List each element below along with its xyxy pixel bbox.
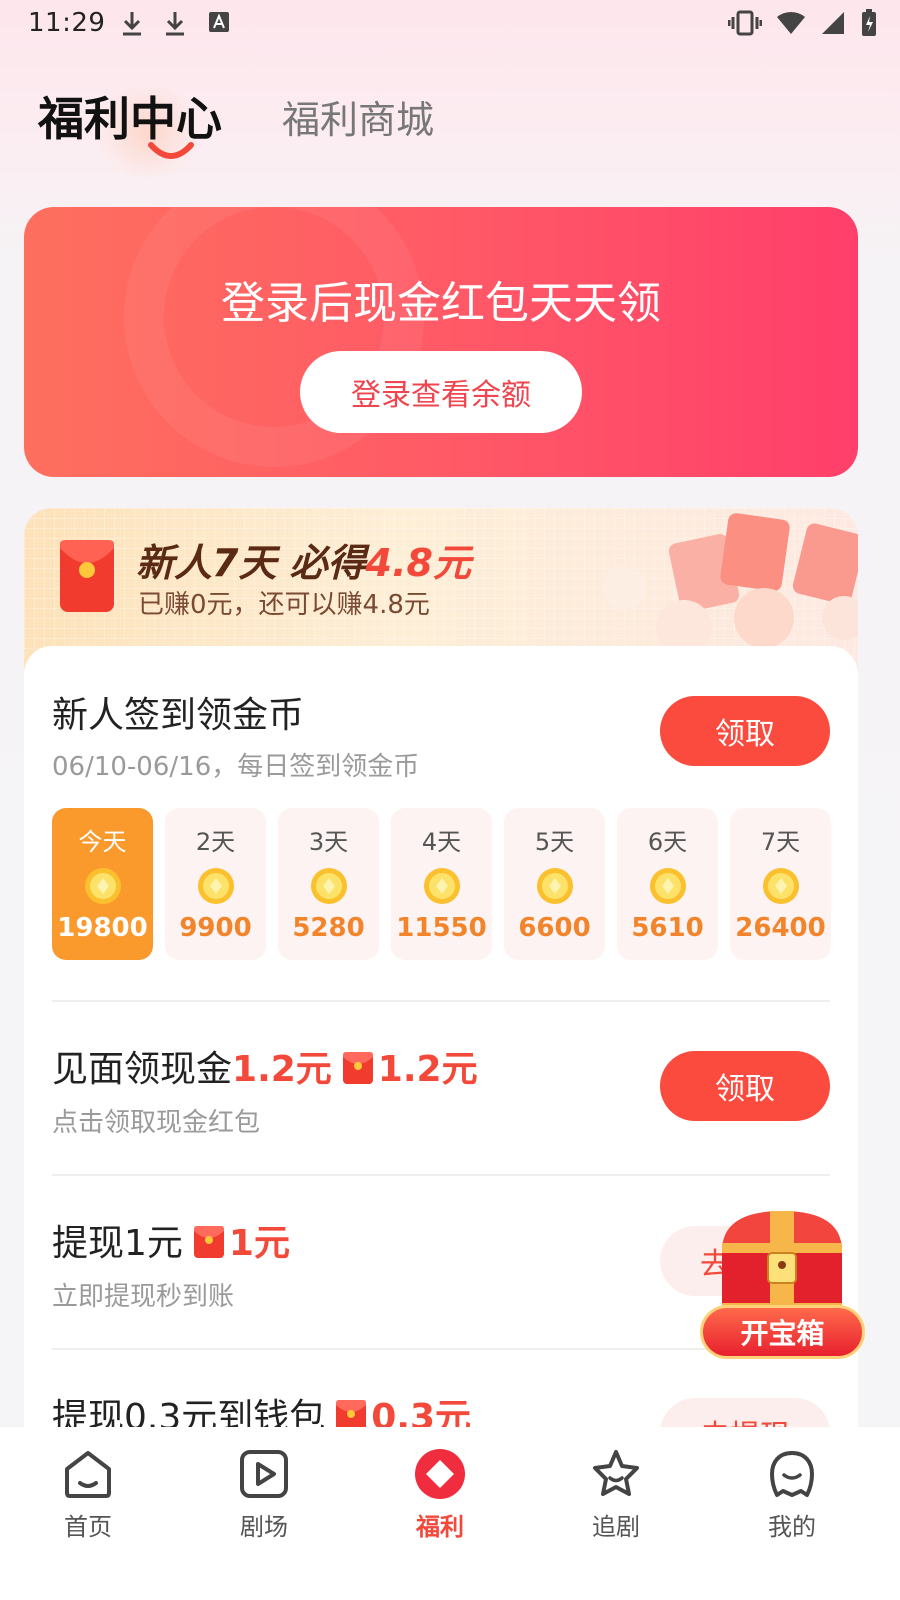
nav-follow-label: 追剧: [592, 1513, 640, 1541]
profile-icon: [770, 1451, 814, 1497]
red-envelope-icon: [342, 1052, 373, 1084]
task-meet-cash-claim-button[interactable]: 领取: [660, 1051, 830, 1121]
download-icon: [166, 12, 184, 36]
login-view-balance-button[interactable]: 登录查看余额: [300, 351, 582, 433]
header-tabs: 福利中心 福利商城: [0, 75, 900, 177]
status-bar: 11:29: [0, 0, 900, 48]
task-withdraw-1-label: 提现1元: [52, 1223, 183, 1264]
signin-day-card[interactable]: 5天 6600: [504, 808, 605, 960]
status-time: 11:29: [28, 8, 106, 38]
star-icon: [593, 1450, 639, 1496]
newbie-title: 新人7天 必得4.8元: [136, 532, 471, 587]
nav-theater-label: 剧场: [240, 1513, 288, 1541]
signin-day-label: 4天: [421, 828, 462, 856]
nav-theater[interactable]: 剧场: [204, 1447, 324, 1542]
nav-welfare[interactable]: 福利: [380, 1447, 500, 1542]
signin-day-card[interactable]: 4天 11550: [391, 808, 492, 960]
task-meet-cash-reward: 1.2元: [377, 1049, 478, 1090]
nav-follow[interactable]: 追剧: [556, 1447, 676, 1542]
signin-day-coins: 11550: [396, 913, 487, 943]
signin-day-card[interactable]: 3天 5280: [278, 808, 379, 960]
signin-day-card[interactable]: 今天 19800: [52, 808, 153, 960]
login-banner: 登录后现金红包天天领 登录查看余额: [24, 207, 858, 477]
newbie-title-amount: 4.8元: [365, 541, 471, 585]
open-treasure-button[interactable]: 开宝箱: [700, 1305, 865, 1359]
vibrate-icon: [728, 10, 762, 36]
login-banner-title: 登录后现金红包天天领: [221, 278, 661, 329]
gold-coin-icon: [536, 868, 573, 904]
gold-coin-icon: [310, 868, 347, 904]
welfare-icon: [415, 1449, 465, 1499]
red-envelope-icon: [193, 1226, 224, 1258]
keyboard-a-icon: [209, 12, 229, 32]
tab-welfare-center[interactable]: 福利中心: [38, 83, 222, 177]
signin-day-label: 6天: [647, 828, 688, 856]
task-meet-cash-amount: 1.2元: [232, 1049, 332, 1090]
gold-coin-icon: [423, 868, 460, 904]
bottom-nav: 首页 剧场 福利 追剧 我的: [0, 1427, 900, 1600]
signin-title: 新人签到领金币: [52, 695, 305, 736]
download-icon: [123, 12, 141, 36]
task-withdraw-1-reward: 1元: [228, 1223, 290, 1264]
task-panel: 新人签到领金币 06/10-06/16，每日签到领金币 领取 今天 19800 2天…: [24, 646, 858, 1508]
home-icon: [65, 1451, 111, 1498]
signin-day-coins: 5610: [631, 913, 704, 943]
wifi-icon: [777, 11, 805, 34]
signin-desc: 06/10-06/16，每日签到领金币: [52, 752, 420, 782]
signal-icon: [822, 12, 844, 34]
signin-day-coins: 9900: [179, 913, 252, 943]
task-withdraw-1-title: 提现1元 1元: [52, 1214, 290, 1266]
signin-day-coins: 26400: [735, 913, 826, 943]
gold-coin-icon: [762, 868, 799, 904]
nav-welfare-label: 福利: [416, 1513, 464, 1541]
signin-day-coins: 19800: [57, 913, 148, 943]
signin-day-card[interactable]: 2天 9900: [165, 808, 266, 960]
gold-coin-icon: [649, 868, 686, 904]
signin-day-label: 7天: [760, 828, 801, 856]
signin-day-label: 5天: [534, 828, 575, 856]
nav-mine[interactable]: 我的: [732, 1447, 852, 1542]
task-withdraw-1-desc: 立即提现秒到账: [52, 1282, 235, 1312]
red-envelopes-coins-illustration: [602, 513, 858, 653]
treasure-chest-icon: [722, 1211, 842, 1313]
divider: [52, 1000, 830, 1002]
treasure-box-float[interactable]: 开宝箱: [700, 1205, 865, 1365]
tab-welfare-center-label: 福利中心: [38, 92, 222, 146]
gold-coin-icon: [197, 868, 234, 904]
signin-days-row: 今天 19800 2天 9900 3天 5280 4天 11550 5天 6600 6天 5610 7天…: [52, 808, 831, 960]
signin-day-coins: 6600: [518, 913, 591, 943]
nav-mine-label: 我的: [768, 1513, 816, 1541]
tab-underline-smile: [148, 142, 194, 159]
task-meet-cash-label: 见面领现金: [52, 1049, 233, 1090]
divider: [52, 1174, 830, 1176]
nav-home-label: 首页: [64, 1513, 112, 1541]
signin-day-label: 2天: [195, 828, 236, 856]
gold-coin-icon: [84, 868, 121, 904]
task-meet-cash-desc: 点击领取现金红包: [52, 1108, 261, 1138]
nav-home[interactable]: 首页: [28, 1447, 148, 1542]
newbie-subtitle: 已赚0元，还可以赚4.8元: [138, 590, 430, 620]
signin-day-label: 今天: [78, 828, 127, 856]
battery-icon: [862, 9, 876, 36]
signin-day-coins: 5280: [292, 913, 365, 943]
tab-welfare-mall[interactable]: 福利商城: [282, 89, 434, 144]
newbie-title-prefix: 新人7天 必得: [136, 541, 366, 585]
signin-day-label: 3天: [308, 828, 349, 856]
play-icon: [240, 1450, 288, 1498]
signin-day-card[interactable]: 7天 26400: [730, 808, 831, 960]
signin-claim-button[interactable]: 领取: [660, 696, 830, 766]
task-meet-cash-title: 见面领现金1.2元 1.2元: [52, 1040, 478, 1092]
red-envelope-icon: [60, 540, 114, 612]
signin-day-card[interactable]: 6天 5610: [617, 808, 718, 960]
